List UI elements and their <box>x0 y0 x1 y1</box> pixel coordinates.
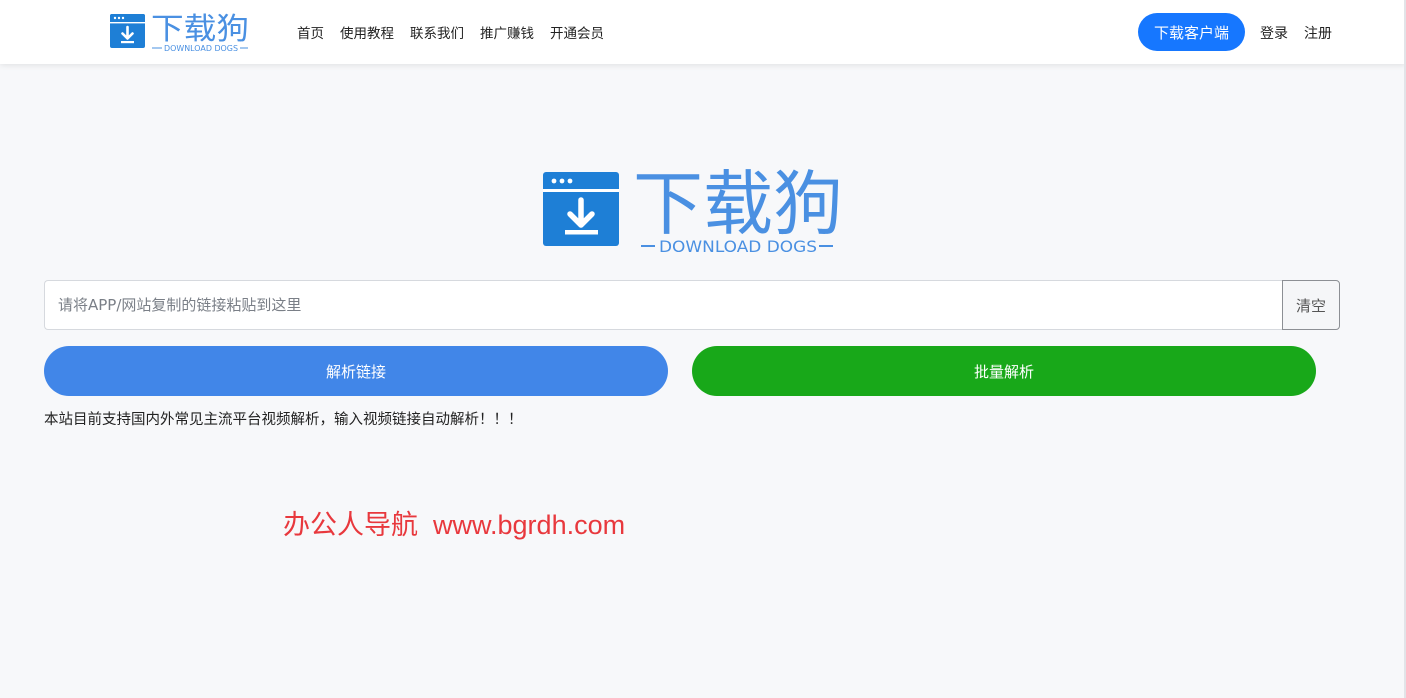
header-brand-tagline: DOWNLOAD DOGS <box>164 44 238 53</box>
nav-contact[interactable]: 联系我们 <box>410 22 464 42</box>
nav-promote[interactable]: 推广赚钱 <box>480 22 534 42</box>
hero-download-window-icon <box>543 172 619 246</box>
link-input-group: 清空 <box>44 280 1340 330</box>
parse-link-button[interactable]: 解析链接 <box>44 346 668 396</box>
action-buttons: 解析链接 批量解析 <box>44 346 1316 396</box>
download-client-button[interactable]: 下载客户端 <box>1138 13 1245 51</box>
hero-logo: 下载狗 DOWNLOAD DOGS <box>543 163 843 256</box>
nav-tutorial[interactable]: 使用教程 <box>340 22 394 42</box>
batch-parse-button[interactable]: 批量解析 <box>692 346 1316 396</box>
link-input[interactable] <box>44 280 1282 330</box>
header-logo[interactable]: 下载狗 DOWNLOAD DOGS <box>108 10 250 54</box>
header-brand-name: 下载狗 <box>151 12 249 47</box>
support-notice: 本站目前支持国内外常见主流平台视频解析，输入视频链接自动解析！！！ <box>44 412 523 428</box>
login-link[interactable]: 登录 <box>1260 23 1288 43</box>
main-nav: 首页 使用教程 联系我们 推广赚钱 开通会员 <box>297 22 604 42</box>
nav-home[interactable]: 首页 <box>297 22 324 42</box>
clear-button[interactable]: 清空 <box>1282 280 1340 330</box>
watermark-cn: 办公人导航 <box>283 510 418 540</box>
hero-brand-name: 下载狗 <box>633 163 843 245</box>
top-header: 下载狗 DOWNLOAD DOGS 首页 使用教程 联系我们 推广赚钱 开通会员… <box>0 0 1406 64</box>
hero-brand-tagline: DOWNLOAD DOGS <box>659 237 817 256</box>
register-link[interactable]: 注册 <box>1304 23 1332 43</box>
download-window-icon <box>110 14 145 48</box>
watermark: 办公人导航 www.bgrdh.com <box>283 503 625 542</box>
nav-membership[interactable]: 开通会员 <box>550 22 604 42</box>
watermark-url: www.bgrdh.com <box>433 510 626 540</box>
